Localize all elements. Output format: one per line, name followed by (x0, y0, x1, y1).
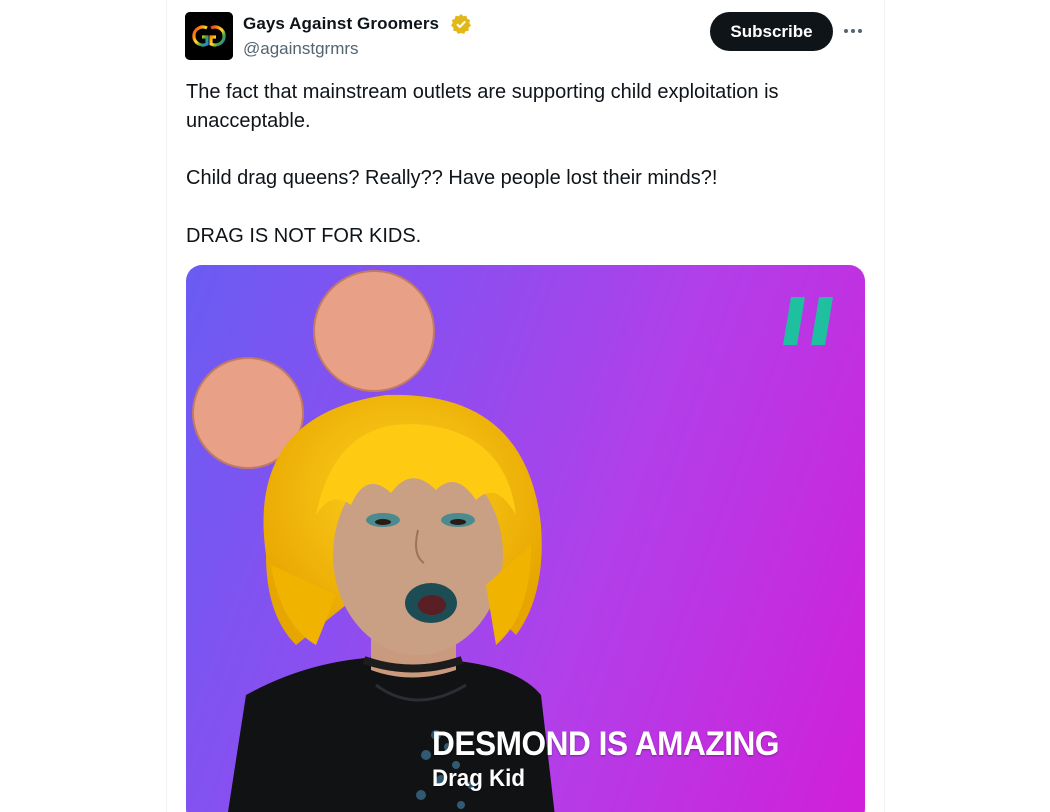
tweet-text-paragraph-2: Child drag queens? Really?? Have people … (186, 167, 718, 189)
more-options-button[interactable] (838, 16, 868, 46)
tweet-text-paragraph-1: The fact that mainstream outlets are sup… (186, 81, 779, 132)
verified-badge-icon[interactable] (450, 13, 472, 35)
video-caption-subheadline: Drag Kid (432, 765, 526, 792)
tweet-text-paragraph-3: DRAG IS NOT FOR KIDS. (186, 225, 422, 247)
more-horizontal-icon (844, 29, 862, 33)
author-avatar[interactable] (185, 12, 233, 60)
author-display-name[interactable]: Gays Against Groomers (243, 14, 439, 34)
tweet-media-video[interactable]: DESMOND IS AMAZING Drag Kid (186, 265, 865, 812)
video-caption-headline: DESMOND IS AMAZING (432, 725, 780, 763)
author-handle[interactable]: @againstgrmrs (243, 39, 359, 59)
subscribe-button[interactable]: Subscribe (710, 12, 833, 51)
huffpost-quote-icon (783, 297, 833, 345)
gg-logo-icon (185, 12, 233, 60)
